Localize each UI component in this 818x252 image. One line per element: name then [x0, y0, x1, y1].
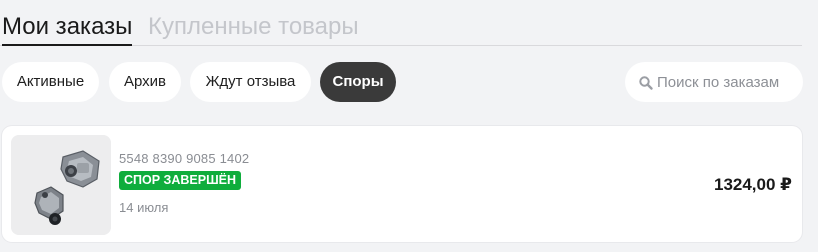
filter-disputes[interactable]: Споры — [320, 62, 396, 102]
filter-archive[interactable]: Архив — [109, 62, 181, 102]
order-price: 1324,00 ₽ — [713, 175, 792, 194]
order-date: 14 июля — [119, 200, 169, 215]
filter-active[interactable]: Активные — [2, 62, 99, 102]
order-tabs: Мои заказы Купленные товары — [0, 0, 802, 46]
search-box[interactable] — [625, 62, 803, 102]
order-card[interactable]: 5548 8390 9085 1402 СПОР ЗАВЕРШЁН 14 июл… — [2, 126, 802, 242]
tab-purchased-items[interactable]: Купленные товары — [148, 12, 359, 42]
tab-my-orders[interactable]: Мои заказы — [2, 12, 133, 46]
search-icon — [638, 75, 654, 91]
status-badge: СПОР ЗАВЕРШЁН — [119, 171, 242, 190]
product-image[interactable] — [11, 135, 111, 235]
order-number: 5548 8390 9085 1402 — [119, 151, 250, 166]
search-input[interactable] — [657, 62, 797, 102]
filter-awaiting-review[interactable]: Ждут отзыва — [190, 62, 311, 102]
